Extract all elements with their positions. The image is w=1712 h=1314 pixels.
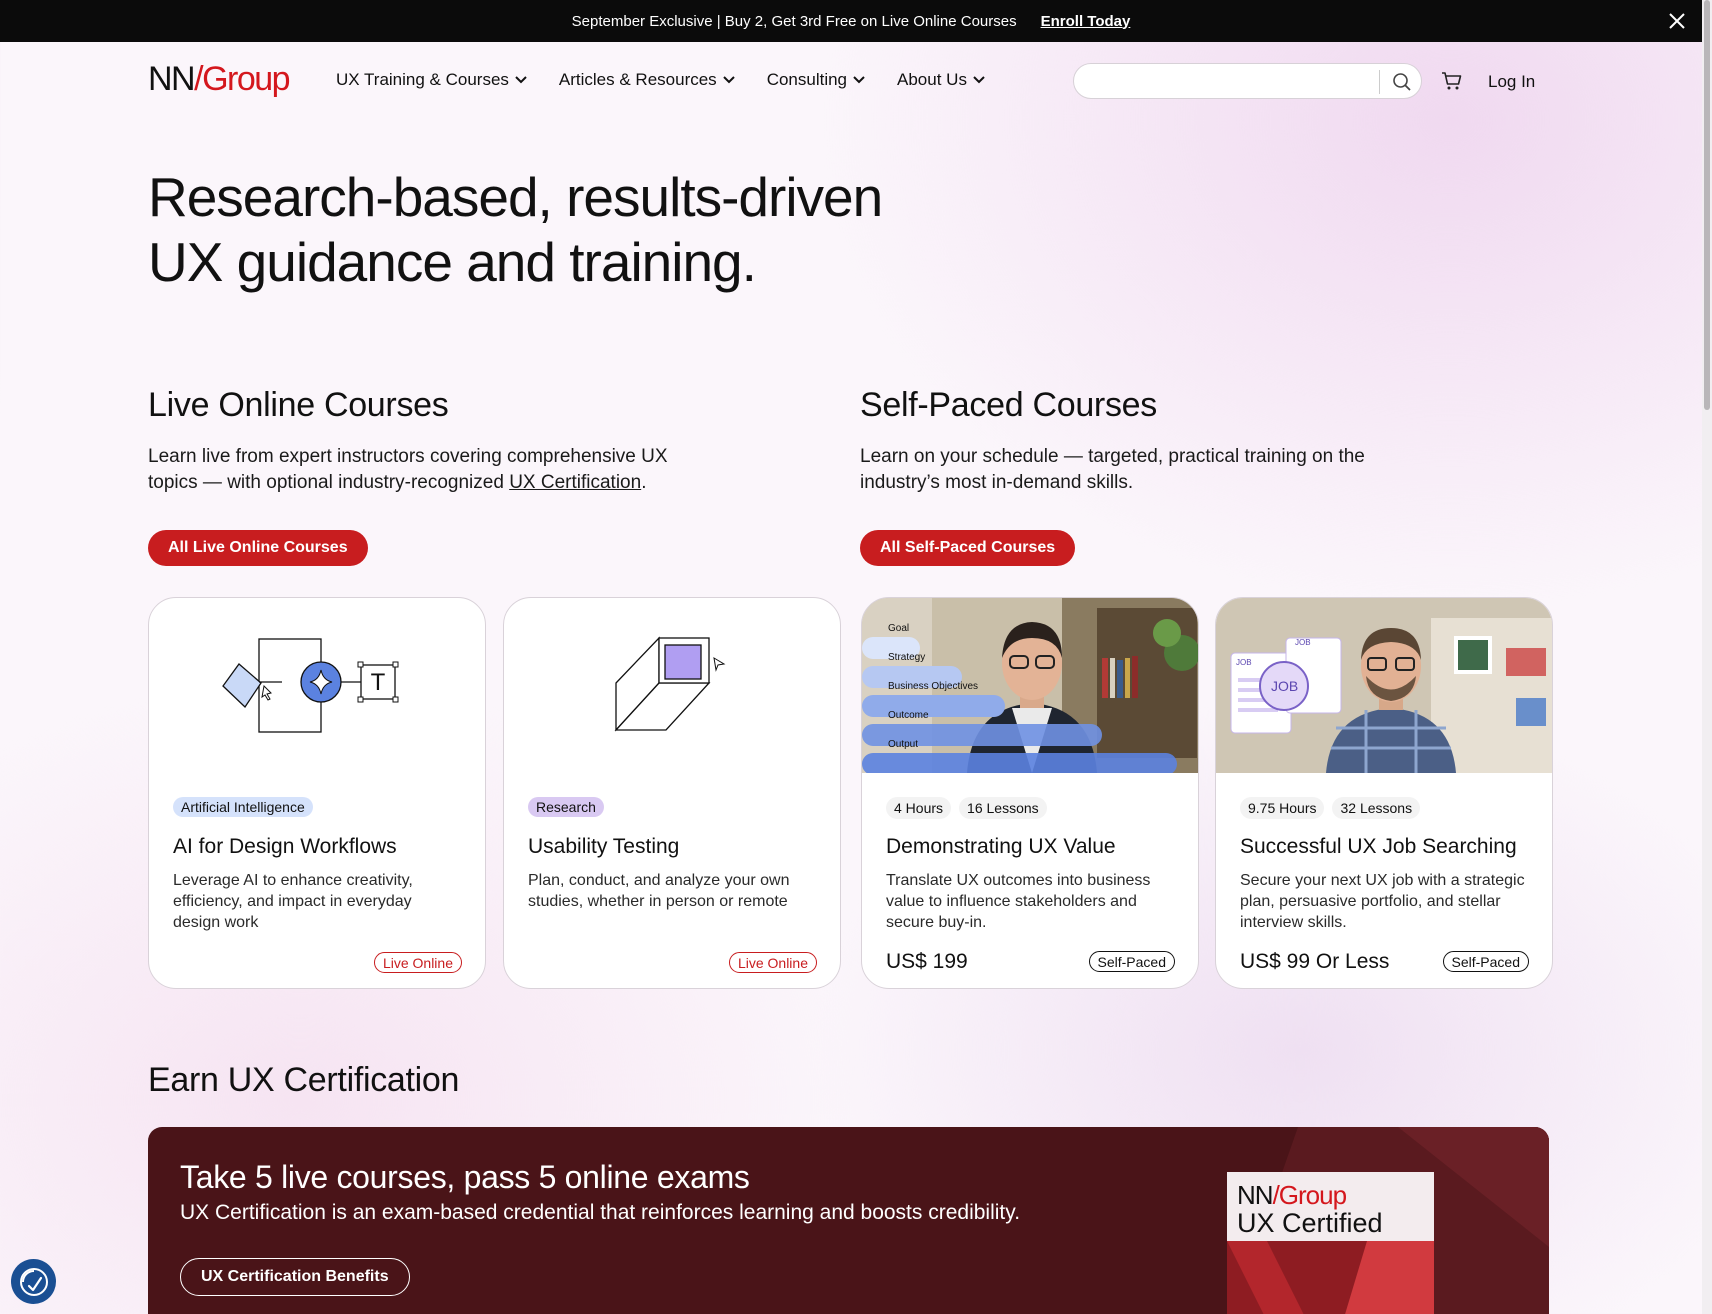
- course-card-ux-job-searching[interactable]: JOB JOB JOB 9.75 Hours 32 Lessons Succes…: [1215, 597, 1553, 989]
- certification-banner: Take 5 live courses, pass 5 online exams…: [148, 1127, 1549, 1314]
- live-courses-title: Live Online Courses: [148, 386, 449, 424]
- site-header: NN/Group UX Training & Courses Articles …: [148, 56, 1548, 106]
- scrollbar[interactable]: [1702, 0, 1712, 1314]
- nav-ux-training[interactable]: UX Training & Courses: [336, 70, 527, 90]
- category-tag: Research: [528, 797, 604, 817]
- ux-certification-link[interactable]: UX Certification: [509, 472, 641, 493]
- course-description: Plan, conduct, and analyze your own stud…: [528, 872, 790, 910]
- instructor-photo: Goal Strategy Business Objectives Outcom…: [862, 598, 1198, 773]
- cert-heading: Take 5 live courses, pass 5 online exams: [180, 1159, 750, 1195]
- cert-benefits-button[interactable]: UX Certification Benefits: [180, 1258, 410, 1296]
- search-box: [1073, 63, 1422, 99]
- course-card-demonstrating-ux-value[interactable]: Goal Strategy Business Objectives Outcom…: [861, 597, 1199, 989]
- ai-workflow-illustration: T: [222, 638, 399, 733]
- usability-cube-illustration: [614, 636, 726, 732]
- all-live-courses-button[interactable]: All Live Online Courses: [148, 530, 368, 566]
- search-divider: [1379, 70, 1380, 94]
- badge-logo: NN/Group: [1237, 1180, 1347, 1211]
- course-meta: 4 Hours 16 Lessons: [886, 797, 1047, 819]
- all-self-paced-button[interactable]: All Self-Paced Courses: [860, 530, 1076, 566]
- lessons-chip: 16 Lessons: [959, 797, 1047, 819]
- nav-label: Consulting: [766, 70, 848, 89]
- course-card-ai-design[interactable]: T Artificial Intelligence AI for Design …: [148, 597, 486, 989]
- nav-label: UX Training & Courses: [336, 70, 509, 89]
- photo-label: JOB: [1295, 638, 1311, 647]
- logo-slash: /: [194, 60, 203, 98]
- chevron-down-icon: [853, 76, 865, 84]
- enroll-today-link[interactable]: Enroll Today: [1041, 13, 1131, 30]
- course-card-usability-testing[interactable]: Research Usability Testing Plan, conduct…: [503, 597, 841, 989]
- self-paced-badge: Self-Paced: [1442, 951, 1529, 972]
- badge-logo-nn: NN: [1237, 1180, 1274, 1210]
- accessibility-button[interactable]: [11, 1259, 56, 1304]
- course-description: Leverage AI to enhance creativity, effic…: [173, 872, 413, 931]
- chevron-down-icon: [973, 76, 985, 84]
- hero-line-1: Research-based, results-driven: [148, 166, 883, 228]
- course-price: US$ 199: [886, 950, 968, 973]
- live-desc-end: .: [641, 472, 647, 493]
- photo-label: JOB: [1236, 658, 1252, 667]
- hero-heading: Research-based, results-driven UX guidan…: [148, 165, 1048, 295]
- cart-icon[interactable]: [1441, 71, 1463, 91]
- course-meta: 9.75 Hours 32 Lessons: [1240, 797, 1421, 819]
- close-icon[interactable]: [1664, 8, 1690, 34]
- search-input[interactable]: [1086, 70, 1356, 94]
- photo-label: JOB: [1271, 678, 1299, 694]
- live-courses-desc: Learn live from expert instructors cover…: [148, 444, 708, 496]
- photo-label: Strategy: [888, 652, 926, 663]
- self-paced-desc: Learn on your schedule — targeted, pract…: [860, 446, 1365, 493]
- nav-label: About Us: [897, 70, 967, 89]
- course-title: AI for Design Workflows: [173, 835, 397, 858]
- logo-nn: NN: [148, 60, 196, 98]
- chevron-down-icon: [722, 76, 735, 84]
- badge-logo-group: /Group: [1272, 1180, 1347, 1210]
- photo-label: Output: [888, 739, 919, 750]
- nav-articles-resources[interactable]: Articles & Resources: [559, 70, 735, 90]
- course-price: US$ 99 Or Less: [1240, 950, 1390, 973]
- nav-label: Articles & Resources: [558, 70, 717, 89]
- ux-certified-badge: NN/Group UX Certified: [1227, 1172, 1434, 1314]
- search-icon[interactable]: [1392, 72, 1412, 92]
- course-description: Secure your next UX job with a strategic…: [1240, 872, 1525, 931]
- nav-about-us[interactable]: About Us: [897, 70, 985, 90]
- main-nav: UX Training & Courses Articles & Resourc…: [336, 70, 1017, 90]
- photo-label: Business Objectives: [888, 681, 979, 692]
- category-tag: Artificial Intelligence: [173, 797, 313, 817]
- live-online-badge: Live Online: [728, 952, 817, 973]
- cert-section-title: Earn UX Certification: [148, 1061, 460, 1099]
- promo-banner: September Exclusive | Buy 2, Get 3rd Fre…: [0, 0, 1702, 42]
- course-title: Usability Testing: [528, 835, 680, 858]
- badge-pattern: [1227, 1241, 1434, 1314]
- hero-line-2: UX guidance and training.: [148, 231, 757, 293]
- cert-subheading: UX Certification is an exam-based creden…: [180, 1201, 1021, 1224]
- course-description: Translate UX outcomes into business valu…: [886, 872, 1151, 931]
- promo-text: September Exclusive | Buy 2, Get 3rd Fre…: [571, 12, 1017, 30]
- accessibility-icon: [19, 1267, 48, 1296]
- hours-chip: 4 Hours: [886, 797, 952, 819]
- nngroup-logo[interactable]: NN/Group: [148, 60, 291, 99]
- course-title: Successful UX Job Searching: [1240, 835, 1517, 858]
- login-link[interactable]: Log In: [1488, 72, 1535, 92]
- scrollbar-thumb[interactable]: [1704, 0, 1710, 410]
- nav-consulting[interactable]: Consulting: [767, 70, 865, 90]
- photo-label: Outcome: [888, 710, 929, 721]
- photo-label: Goal: [888, 623, 910, 634]
- lessons-chip: 32 Lessons: [1332, 797, 1421, 819]
- chevron-down-icon: [515, 76, 527, 84]
- badge-certified-text: UX Certified: [1237, 1208, 1383, 1238]
- illus-letter: T: [371, 669, 386, 696]
- instructor-photo: JOB JOB JOB: [1216, 598, 1552, 773]
- live-online-badge: Live Online: [373, 952, 462, 973]
- self-paced-badge: Self-Paced: [1088, 951, 1175, 972]
- hours-chip: 9.75 Hours: [1240, 797, 1325, 819]
- course-title: Demonstrating UX Value: [886, 835, 1116, 858]
- logo-group: Group: [202, 60, 291, 98]
- self-paced-title: Self-Paced Courses: [860, 386, 1157, 424]
